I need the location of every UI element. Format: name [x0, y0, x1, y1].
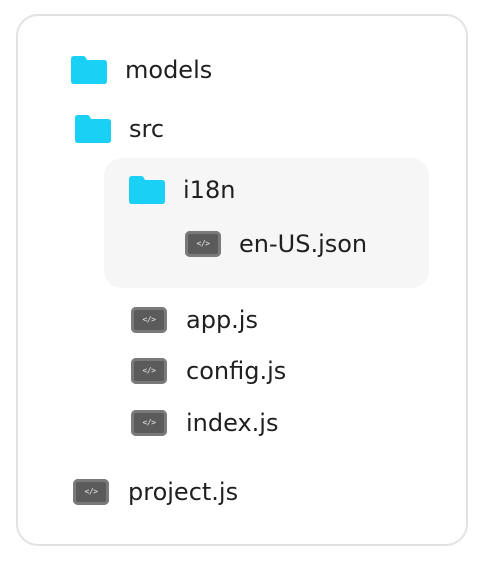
tree-item-models[interactable]: models [69, 50, 212, 90]
tree-item-label: en-US.json [239, 230, 368, 258]
code-file-icon: </> [131, 358, 167, 384]
code-file-icon: </> [131, 307, 167, 333]
tree-item-label: project.js [128, 478, 239, 506]
code-glyph: </> [142, 418, 156, 427]
tree-item-en-us-json[interactable]: </> en-US.json [185, 224, 367, 264]
tree-item-src[interactable]: src [73, 109, 164, 149]
code-glyph: </> [142, 366, 156, 375]
tree-item-label: i18n [183, 176, 236, 204]
tree-item-app-js[interactable]: </> app.js [131, 300, 258, 340]
tree-item-label: index.js [186, 409, 279, 437]
tree-item-label: src [129, 115, 165, 143]
folder-icon [69, 55, 109, 85]
code-file-icon: </> [185, 231, 221, 257]
code-glyph: </> [142, 315, 156, 324]
tree-item-label: app.js [186, 306, 258, 334]
tree-item-i18n[interactable]: i18n [127, 170, 235, 210]
tree-item-index-js[interactable]: </> index.js [131, 403, 278, 443]
tree-item-config-js[interactable]: </> config.js [131, 351, 286, 391]
code-glyph: </> [196, 239, 210, 248]
tree-item-label: config.js [186, 357, 287, 385]
folder-icon [127, 175, 167, 205]
code-file-icon: </> [73, 479, 109, 505]
code-glyph: </> [84, 487, 98, 496]
tree-item-project-js[interactable]: </> project.js [73, 472, 238, 512]
code-file-icon: </> [131, 410, 167, 436]
folder-icon [73, 114, 113, 144]
tree-item-label: models [125, 56, 213, 84]
